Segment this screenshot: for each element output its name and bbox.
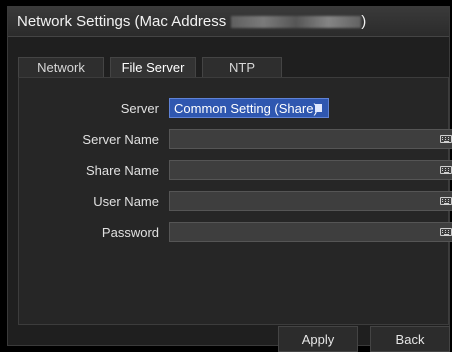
network-settings-window: Network Settings (Mac Address ) Network … <box>7 6 452 352</box>
share-name-row: Share Name <box>19 160 452 180</box>
user-name-row: User Name <box>19 191 452 211</box>
share-name-input[interactable] <box>169 160 452 180</box>
file-server-panel: Server Common Setting (Share) Server Nam… <box>18 77 452 325</box>
tab-network[interactable]: Network <box>18 57 104 77</box>
keyboard-icon[interactable] <box>440 166 452 174</box>
tab-bar: Network File Server NTP <box>18 57 282 77</box>
window-title: Network Settings (Mac Address <box>17 13 227 30</box>
password-row: Password <box>19 222 452 242</box>
user-name-input[interactable] <box>169 191 452 211</box>
server-select[interactable]: Common Setting (Share) <box>169 98 329 118</box>
apply-button[interactable]: Apply <box>278 326 358 352</box>
dropdown-icon <box>315 104 322 112</box>
mac-address-redacted <box>231 15 362 28</box>
password-label: Password <box>101 224 159 240</box>
server-select-value: Common Setting (Share) <box>174 100 318 116</box>
keyboard-icon[interactable] <box>440 197 452 205</box>
password-input[interactable] <box>169 222 452 242</box>
server-label: Server <box>120 100 159 116</box>
server-row: Server Common Setting (Share) <box>19 98 448 118</box>
server-name-row: Server Name <box>19 129 452 149</box>
window-title-suffix: ) <box>361 13 367 30</box>
keyboard-icon[interactable] <box>440 135 452 143</box>
back-button[interactable]: Back <box>370 326 450 352</box>
keyboard-icon[interactable] <box>440 228 452 236</box>
server-name-label: Server Name <box>82 131 159 147</box>
tab-ntp[interactable]: NTP <box>202 57 282 77</box>
tab-file-server[interactable]: File Server <box>110 57 196 77</box>
window-titlebar: Network Settings (Mac Address ) <box>8 7 449 37</box>
server-name-input[interactable] <box>169 129 452 149</box>
user-name-label: User Name <box>93 193 159 209</box>
share-name-label: Share Name <box>86 162 159 178</box>
